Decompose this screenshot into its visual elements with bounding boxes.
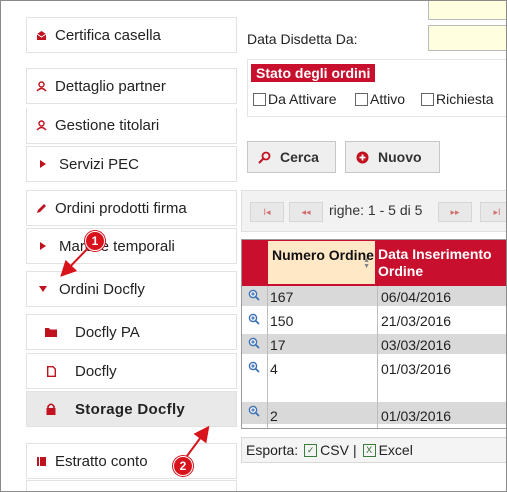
annotation-arrows — [60, 244, 210, 461]
annotation-badge-1: 1 — [85, 231, 105, 251]
annotation-arrow-2 — [183, 425, 210, 461]
annotation-arrow-1 — [60, 244, 92, 277]
annotation-badge-2: 2 — [173, 456, 193, 476]
screenshot-frame: Certifica casella Dettaglio partner Gest… — [0, 0, 507, 492]
